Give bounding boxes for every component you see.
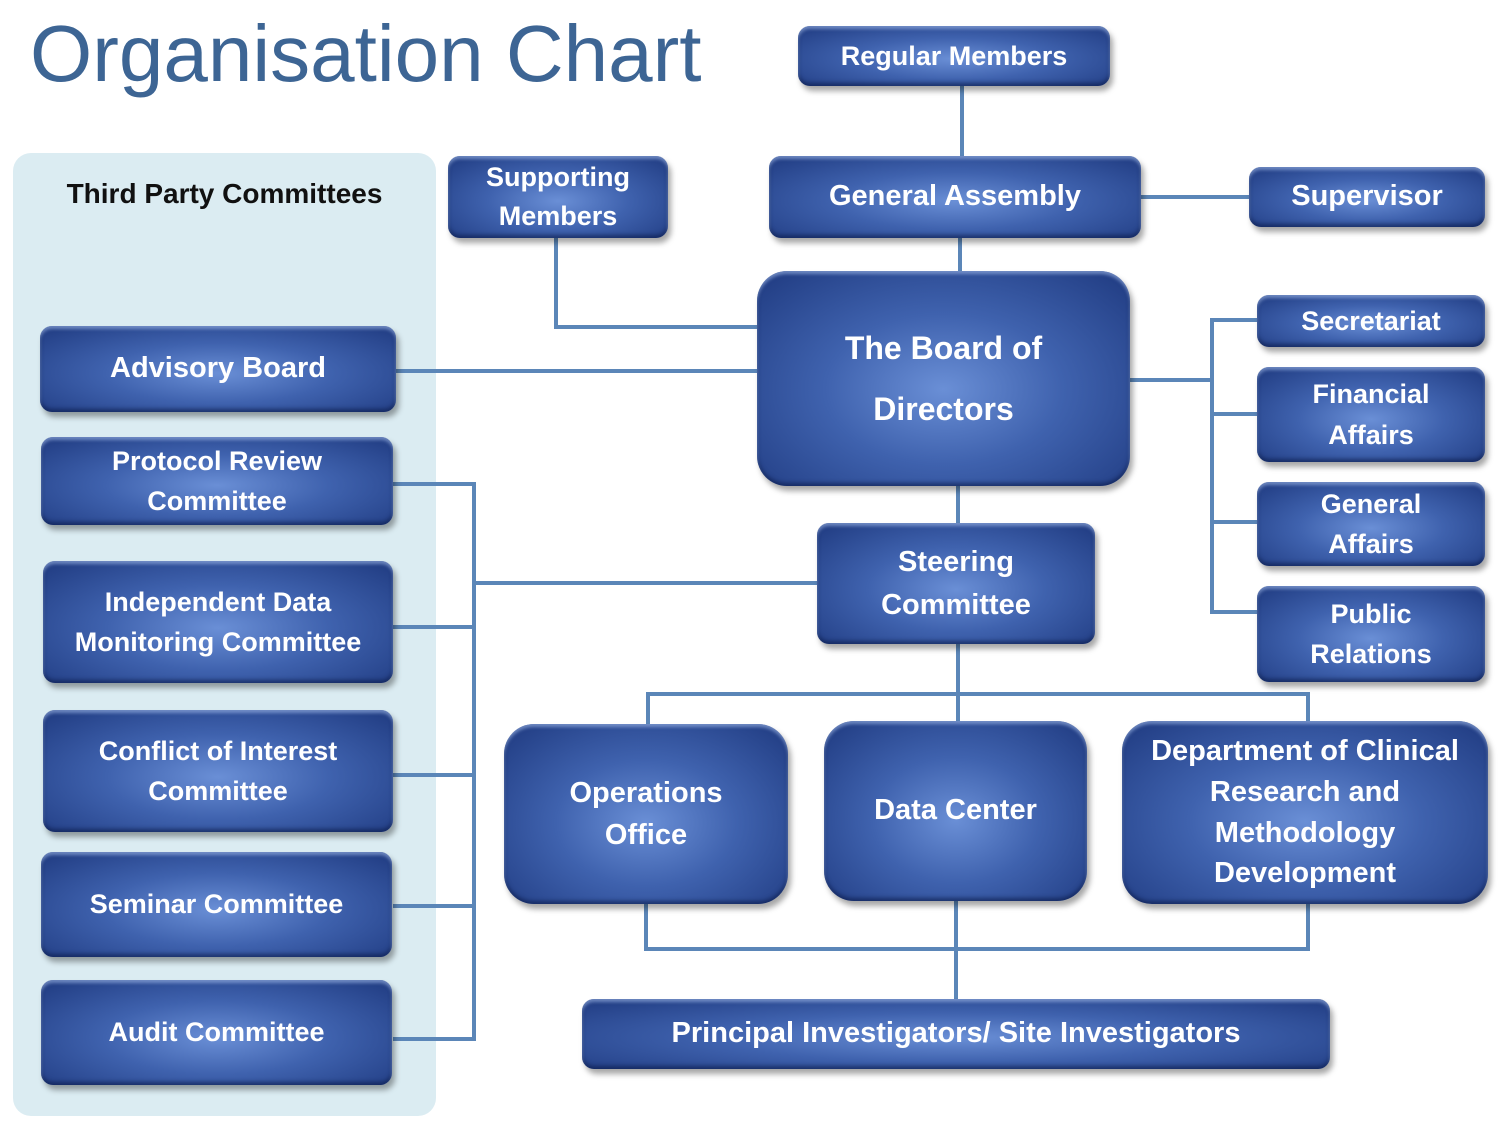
- node-operations-office[interactable]: Operations Office: [504, 724, 788, 904]
- node-regular-members[interactable]: Regular Members: [798, 26, 1110, 86]
- node-audit-committee[interactable]: Audit Committee: [41, 980, 392, 1085]
- node-board-of-directors[interactable]: The Board of Directors: [757, 271, 1130, 486]
- node-protocol-review-committee[interactable]: Protocol Review Committee: [41, 437, 393, 525]
- node-financial-affairs[interactable]: Financial Affairs: [1257, 367, 1485, 462]
- node-supporting-members[interactable]: Supporting Members: [448, 156, 668, 238]
- node-steering-committee[interactable]: Steering Committee: [817, 523, 1095, 644]
- node-principal-investigators[interactable]: Principal Investigators/ Site Investigat…: [582, 999, 1330, 1069]
- node-data-center[interactable]: Data Center: [824, 721, 1087, 901]
- node-secretariat[interactable]: Secretariat: [1257, 295, 1485, 347]
- node-advisory-board[interactable]: Advisory Board: [40, 326, 396, 412]
- node-independent-data-monitoring-committee[interactable]: Independent Data Monitoring Committee: [43, 561, 393, 683]
- node-general-assembly[interactable]: General Assembly: [769, 156, 1141, 238]
- node-conflict-of-interest-committee[interactable]: Conflict of Interest Committee: [43, 710, 393, 832]
- node-general-affairs[interactable]: General Affairs: [1257, 482, 1485, 566]
- node-public-relations[interactable]: Public Relations: [1257, 586, 1485, 682]
- node-seminar-committee[interactable]: Seminar Committee: [41, 852, 392, 957]
- node-dept-clinical-research[interactable]: Department of Clinical Research and Meth…: [1122, 721, 1488, 904]
- node-supervisor[interactable]: Supervisor: [1249, 167, 1485, 227]
